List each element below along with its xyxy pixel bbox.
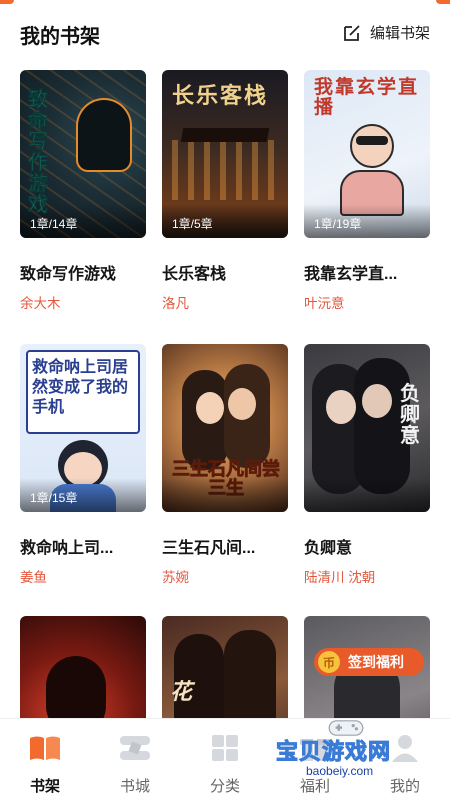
- page-title: 我的书架: [20, 26, 100, 48]
- book-title: 负卿意: [304, 540, 353, 557]
- book-card[interactable]: 我靠玄学直播 1章/19章 我靠玄学直... 叶沅意: [304, 70, 430, 312]
- book-author: 陆清川 沈朝: [304, 570, 376, 585]
- cover-title: 救命呐上司居然变成了我的手机: [32, 359, 129, 416]
- book-title: 致命写作游戏: [20, 266, 117, 283]
- book-author: 姜鱼: [20, 570, 47, 585]
- book-author: 叶沅意: [304, 296, 345, 311]
- book-icon: [30, 736, 60, 760]
- site-watermark: 宝贝游戏网 baobeiy.com: [275, 716, 426, 786]
- book-title: 我靠玄学直...: [304, 266, 398, 283]
- edit-bookshelf-button[interactable]: 编辑书架: [342, 22, 430, 43]
- watermark-title: 宝贝游戏网: [275, 739, 392, 765]
- cover-title: 长乐客栈: [172, 83, 269, 108]
- reading-progress: 1章/5章: [172, 217, 213, 231]
- tab-label: 书架: [29, 778, 60, 795]
- tab-category[interactable]: 分类: [180, 719, 270, 800]
- book-cover[interactable]: 救命呐上司居然变成了我的手机 1章/15章: [20, 344, 146, 512]
- checkin-reward-label: 签到福利: [348, 654, 404, 670]
- book-title: 长乐客栈: [162, 266, 227, 283]
- category-grid-icon: [212, 735, 238, 761]
- cover-title: 花: [170, 679, 193, 704]
- reading-progress: 1章/14章: [30, 217, 78, 231]
- cover-title: 负卿意: [400, 383, 420, 447]
- book-author: 洛凡: [162, 296, 189, 311]
- book-cover[interactable]: 我靠玄学直播 1章/19章: [304, 70, 430, 238]
- book-card[interactable]: 负卿意 负卿意 陆清川 沈朝: [304, 344, 430, 586]
- tab-label: 分类: [209, 778, 240, 795]
- book-cover[interactable]: 三生石凡间尝三生: [162, 344, 288, 512]
- book-cover[interactable]: 致命写作游戏 1章/14章: [20, 70, 146, 238]
- tab-label: 书城: [119, 778, 150, 795]
- book-card[interactable]: 致命写作游戏 1章/14章 致命写作游戏 余大木: [20, 70, 146, 312]
- reading-progress: 1章/15章: [30, 491, 78, 505]
- book-author: 苏婉: [162, 570, 189, 585]
- tab-bookstore[interactable]: 书城: [90, 719, 180, 800]
- book-card[interactable]: 三生石凡间尝三生 三生石凡间... 苏婉: [162, 344, 288, 586]
- book-title: 三生石凡间...: [162, 540, 256, 557]
- cover-title: 我靠玄学直播: [314, 77, 420, 118]
- reading-progress: 1章/19章: [314, 217, 362, 231]
- book-cover[interactable]: 长乐客栈 1章/5章: [162, 70, 288, 238]
- coin-icon: 币: [318, 651, 340, 673]
- tab-bookshelf[interactable]: 书架: [0, 719, 90, 800]
- header: 我的书架 编辑书架: [0, 0, 450, 66]
- checkin-reward-button[interactable]: 币 签到福利: [314, 648, 424, 676]
- edit-bookshelf-label: 编辑书架: [369, 25, 430, 42]
- edit-icon: [344, 24, 360, 41]
- book-card[interactable]: 长乐客栈 1章/5章 长乐客栈 洛凡: [162, 70, 288, 312]
- bookstore-icon: [120, 736, 150, 760]
- book-author: 余大木: [20, 296, 61, 311]
- book-card[interactable]: 救命呐上司居然变成了我的手机 1章/15章 救命呐上司... 姜鱼: [20, 344, 146, 586]
- book-cover[interactable]: 负卿意: [304, 344, 430, 512]
- watermark-url: baobeiy.com: [306, 764, 374, 778]
- cover-title: 致命写作游戏: [28, 89, 49, 216]
- book-title: 救命呐上司...: [20, 540, 114, 557]
